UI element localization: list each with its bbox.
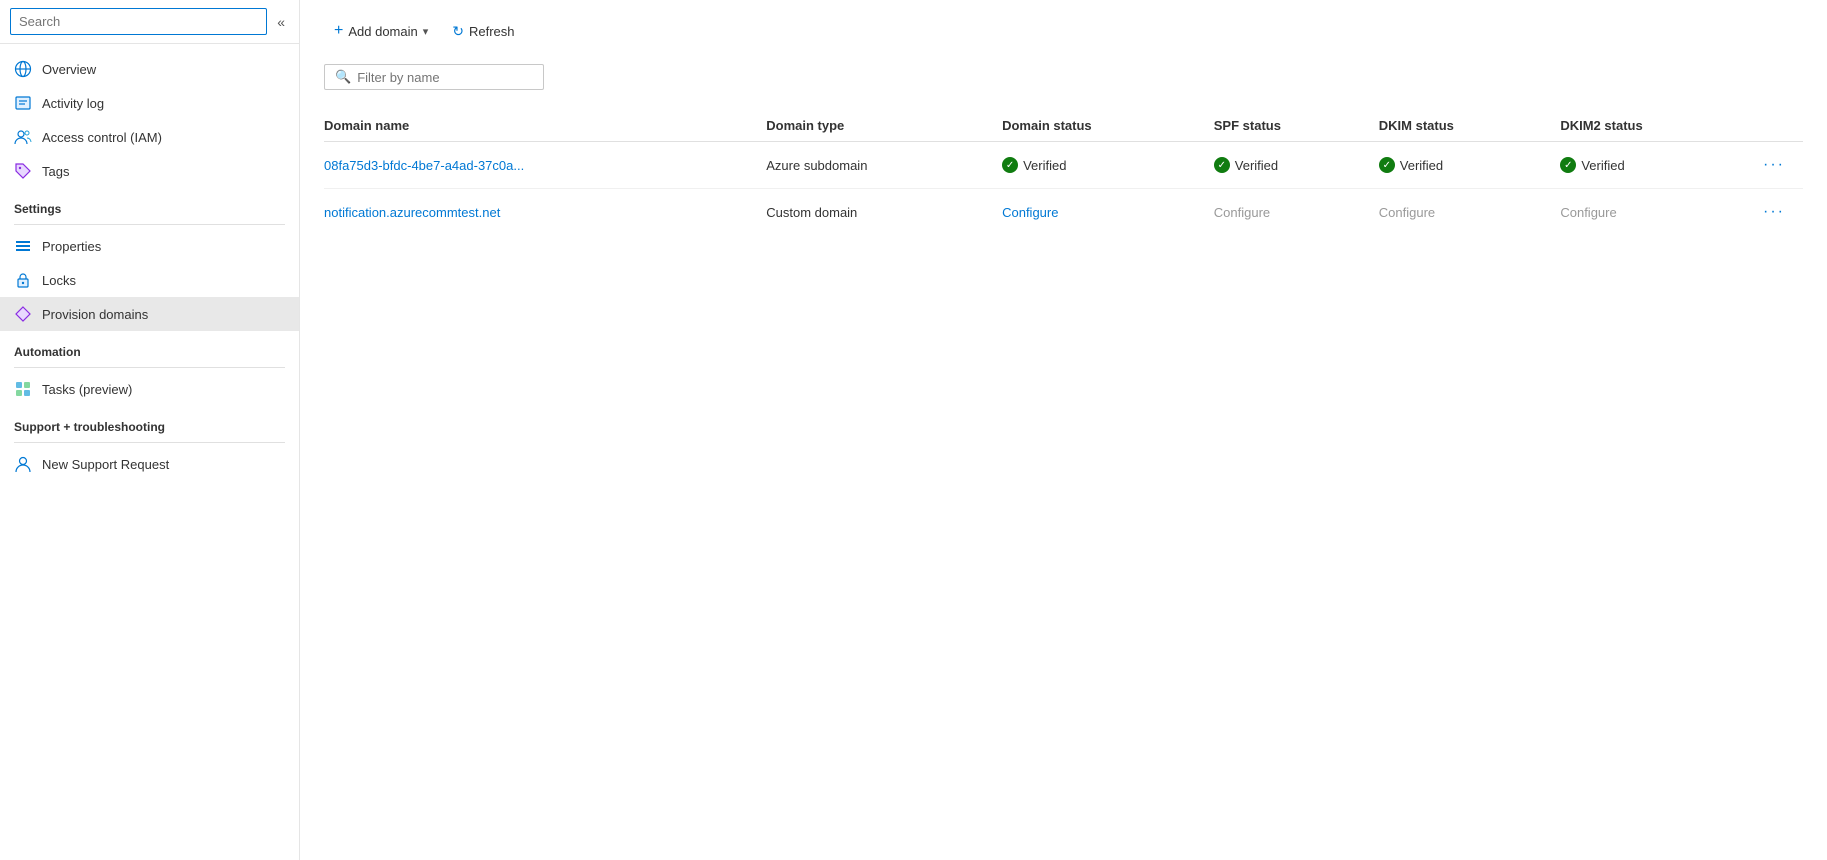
dkim-status-cell: Configure: [1379, 189, 1561, 236]
row-actions-cell: ···: [1757, 189, 1803, 236]
settings-divider: [14, 224, 285, 225]
toolbar: + Add domain ▾ ↻ Refresh: [324, 16, 1803, 46]
bars-icon: [14, 237, 32, 255]
sidebar-nav: Overview Activity log Acces: [0, 44, 299, 489]
sidebar-item-provision-domains[interactable]: Provision domains: [0, 297, 299, 331]
col-header-domain-type: Domain type: [766, 110, 1002, 142]
dkim2-status-cell: Configure: [1560, 189, 1757, 236]
support-section-title: Support + troubleshooting: [0, 406, 299, 438]
sidebar-item-new-support-request-label: New Support Request: [42, 457, 169, 472]
sidebar-item-tasks-preview[interactable]: Tasks (preview): [0, 372, 299, 406]
domain-name-link[interactable]: 08fa75d3-bfdc-4be7-a4ad-37c0a...: [324, 158, 524, 173]
row-more-options-button[interactable]: ···: [1757, 201, 1791, 223]
col-header-spf-status: SPF status: [1214, 110, 1379, 142]
check-icon: ✓: [1379, 157, 1395, 173]
table-header-row: Domain name Domain type Domain status SP…: [324, 110, 1803, 142]
sidebar-item-activity-log[interactable]: Activity log: [0, 86, 299, 120]
col-header-dkim2-status: DKIM2 status: [1560, 110, 1757, 142]
dkim-status-cell: ✓Verified: [1379, 142, 1561, 189]
sidebar-item-overview[interactable]: Overview: [0, 52, 299, 86]
sidebar-item-properties-label: Properties: [42, 239, 101, 254]
sidebar-item-locks[interactable]: Locks: [0, 263, 299, 297]
tasks-icon: [14, 380, 32, 398]
filter-input[interactable]: [357, 70, 533, 85]
sidebar-item-access-control[interactable]: Access control (IAM): [0, 120, 299, 154]
dkim-status-configure: Configure: [1379, 205, 1435, 220]
main-content: + Add domain ▾ ↻ Refresh 🔍 Domain name D…: [300, 0, 1827, 860]
add-domain-label: Add domain: [348, 24, 417, 39]
domain-name-link[interactable]: notification.azurecommtest.net: [324, 205, 500, 220]
row-more-options-button[interactable]: ···: [1757, 154, 1791, 176]
sidebar: « Overview Activity log: [0, 0, 300, 860]
people-icon: [14, 128, 32, 146]
refresh-icon: ↻: [452, 23, 464, 40]
tag-icon: [14, 162, 32, 180]
sidebar-item-activity-log-label: Activity log: [42, 96, 104, 111]
dkim2-status-cell: ✓Verified: [1560, 142, 1757, 189]
table-row: notification.azurecommtest.net Custom dom…: [324, 189, 1803, 236]
person-icon: [14, 455, 32, 473]
chevron-down-icon: ▾: [423, 25, 429, 38]
spf-status-cell: Configure: [1214, 189, 1379, 236]
col-header-domain-name: Domain name: [324, 110, 766, 142]
domain-type-cell: Azure subdomain: [766, 142, 1002, 189]
domain-type-cell: Custom domain: [766, 189, 1002, 236]
col-header-dkim-status: DKIM status: [1379, 110, 1561, 142]
sidebar-item-new-support-request[interactable]: New Support Request: [0, 447, 299, 481]
sidebar-item-tags[interactable]: Tags: [0, 154, 299, 188]
check-icon: ✓: [1214, 157, 1230, 173]
sidebar-item-locks-label: Locks: [42, 273, 76, 288]
refresh-label: Refresh: [469, 24, 515, 39]
sidebar-item-properties[interactable]: Properties: [0, 229, 299, 263]
check-icon: ✓: [1002, 157, 1018, 173]
search-input[interactable]: [10, 8, 267, 35]
sidebar-item-tags-label: Tags: [42, 164, 69, 179]
filter-search-icon: 🔍: [335, 69, 351, 85]
settings-section-title: Settings: [0, 188, 299, 220]
dkim-status-verified: ✓Verified: [1379, 157, 1549, 173]
domain-table: Domain name Domain type Domain status SP…: [324, 110, 1803, 235]
automation-section-title: Automation: [0, 331, 299, 363]
spf-status-verified: ✓Verified: [1214, 157, 1367, 173]
domain-status-cell: ✓Verified: [1002, 142, 1214, 189]
automation-divider: [14, 367, 285, 368]
lock-icon: [14, 271, 32, 289]
domain-status-verified: ✓Verified: [1002, 157, 1202, 173]
sidebar-item-provision-domains-label: Provision domains: [42, 307, 148, 322]
globe-icon: [14, 60, 32, 78]
row-actions-cell: ···: [1757, 142, 1803, 189]
sidebar-search-area: «: [0, 0, 299, 44]
check-icon: ✓: [1560, 157, 1576, 173]
col-header-domain-status: Domain status: [1002, 110, 1214, 142]
add-domain-button[interactable]: + Add domain ▾: [324, 16, 438, 46]
plus-icon: +: [334, 22, 343, 40]
sidebar-item-overview-label: Overview: [42, 62, 96, 77]
sidebar-collapse-button[interactable]: «: [273, 12, 289, 32]
dkim2-status-configure: Configure: [1560, 205, 1616, 220]
filter-area: 🔍: [324, 64, 544, 90]
activity-icon: [14, 94, 32, 112]
support-divider: [14, 442, 285, 443]
spf-status-cell: ✓Verified: [1214, 142, 1379, 189]
sidebar-item-tasks-preview-label: Tasks (preview): [42, 382, 132, 397]
diamond-icon: [14, 305, 32, 323]
domain-status-configure-link[interactable]: Configure: [1002, 205, 1058, 220]
col-header-actions: [1757, 110, 1803, 142]
sidebar-item-access-control-label: Access control (IAM): [42, 130, 162, 145]
refresh-button[interactable]: ↻ Refresh: [442, 17, 524, 46]
domain-status-cell[interactable]: Configure: [1002, 189, 1214, 236]
dkim2-status-verified: ✓Verified: [1560, 157, 1745, 173]
table-row: 08fa75d3-bfdc-4be7-a4ad-37c0a... Azure su…: [324, 142, 1803, 189]
spf-status-configure: Configure: [1214, 205, 1270, 220]
